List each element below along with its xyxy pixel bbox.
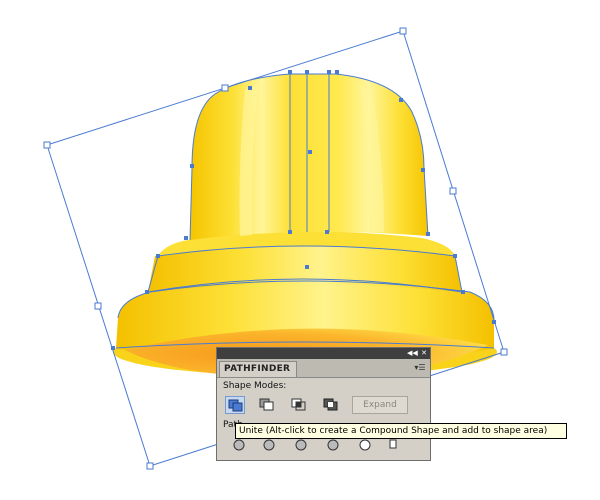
close-icon[interactable]: ✕ [419,348,429,359]
intersect-button[interactable] [289,396,309,414]
panel-menu-icon[interactable]: ▾☰ [413,362,427,374]
pathfinder-panel: ◀◀ ✕ PATHFINDER ▾☰ Shape Modes: Expand P… [216,347,431,461]
tab-pathfinder[interactable]: PATHFINDER [219,361,297,377]
exclude-button[interactable] [321,396,341,414]
unite-icon [228,399,243,412]
expand-button[interactable]: Expand [352,396,408,414]
merge-icon [295,439,307,451]
bell-body [190,74,428,240]
exclude-icon [323,398,338,411]
panel-tab-row: PATHFINDER ▾☰ [217,359,430,378]
unite-button[interactable] [225,396,245,414]
outline-icon [359,439,371,451]
shape-modes-label: Shape Modes: [223,381,287,391]
minus-front-button[interactable] [257,396,277,414]
minus-back-icon [389,439,397,449]
unite-tooltip: Unite (Alt-click to create a Compound Sh… [235,423,567,439]
crop-icon [327,439,339,451]
double-chevron-left-icon[interactable]: ◀◀ [407,348,418,359]
divide-icon [233,439,245,451]
panel-titlebar[interactable]: ◀◀ ✕ [217,348,430,359]
bell-artwork[interactable] [113,74,497,378]
intersect-icon [291,398,306,411]
minus-front-icon [259,398,274,411]
trim-icon [263,439,275,451]
